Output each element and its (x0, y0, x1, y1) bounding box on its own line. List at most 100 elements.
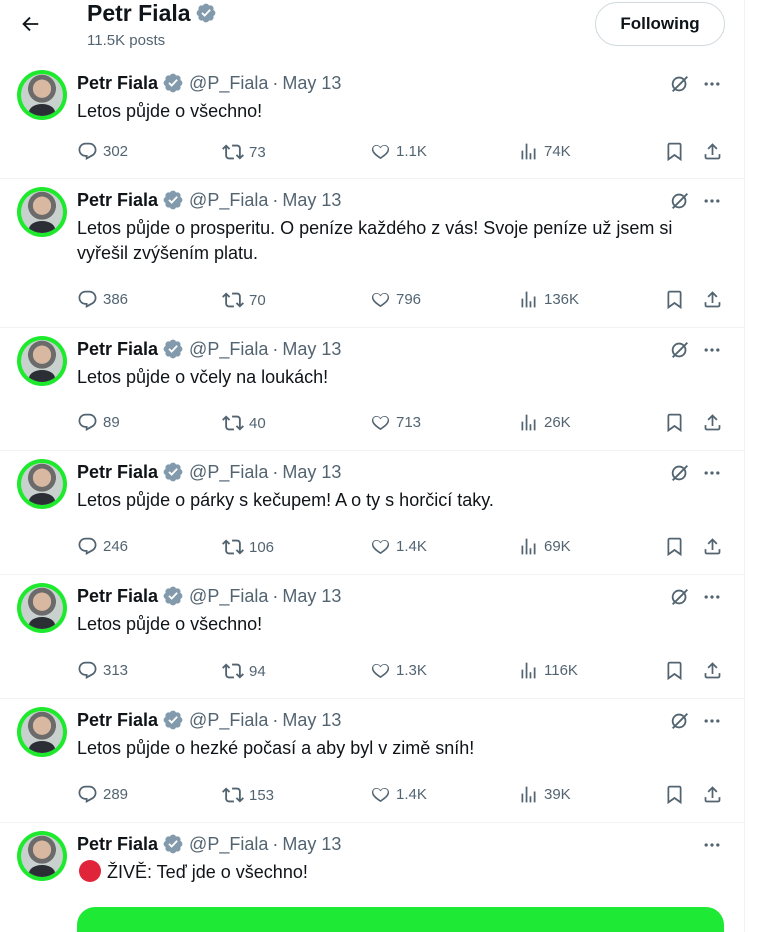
bookmark-button[interactable] (664, 784, 685, 805)
reply-button[interactable]: 246 (77, 536, 128, 557)
following-button[interactable]: Following (595, 2, 725, 46)
bookmark-button[interactable] (664, 289, 685, 310)
author-name[interactable]: Petr Fiala (77, 709, 158, 731)
tweet[interactable]: Petr Fiala @P_Fiala · May 13 Letos půjde… (0, 179, 744, 328)
grok-icon[interactable] (668, 461, 692, 485)
tweet-date[interactable]: May 13 (282, 833, 341, 855)
like-button[interactable]: 1.1K (370, 141, 427, 162)
bookmark-button[interactable] (664, 412, 685, 433)
grok-icon[interactable] (668, 709, 692, 733)
bookmark-button[interactable] (664, 536, 685, 557)
tweet-actions: 289 153 1.4K 39K (77, 784, 724, 808)
views-button[interactable]: 69K (518, 536, 571, 557)
avatar[interactable] (17, 187, 67, 237)
views-button[interactable]: 26K (518, 412, 571, 433)
author-name[interactable]: Petr Fiala (77, 461, 158, 483)
like-button[interactable]: 796 (370, 289, 421, 310)
tweet-text: Letos půjde o hezké počasí a aby byl v z… (77, 736, 717, 761)
grok-icon[interactable] (668, 585, 692, 609)
back-button[interactable] (14, 8, 46, 40)
tweet-date[interactable]: May 13 (282, 461, 341, 483)
tweet-date[interactable]: May 13 (282, 585, 341, 607)
views-button[interactable]: 74K (518, 141, 571, 162)
retweet-button[interactable]: 73 (222, 141, 266, 163)
more-icon[interactable] (700, 461, 724, 485)
more-icon[interactable] (700, 189, 724, 213)
like-button[interactable]: 1.4K (370, 536, 427, 557)
author-handle[interactable]: @P_Fiala (189, 461, 268, 483)
avatar[interactable] (17, 336, 67, 386)
views-button[interactable]: 39K (518, 784, 571, 805)
avatar-photo (21, 835, 63, 877)
tweet-date[interactable]: May 13 (282, 189, 341, 211)
avatar[interactable] (17, 831, 67, 881)
live-video-card[interactable] (77, 907, 724, 932)
tweet[interactable]: Petr Fiala @P_Fiala · May 13 Letos půjde… (0, 62, 744, 179)
author-handle[interactable]: @P_Fiala (189, 833, 268, 855)
retweet-button[interactable]: 70 (222, 289, 266, 311)
share-button[interactable] (702, 660, 723, 681)
tweet[interactable]: Petr Fiala @P_Fiala · May 13 Letos půjde… (0, 699, 744, 823)
retweet-button[interactable]: 40 (222, 412, 266, 434)
views-icon (518, 289, 539, 310)
author-name[interactable]: Petr Fiala (77, 338, 158, 360)
like-count: 1.4K (396, 786, 427, 803)
share-button[interactable] (702, 536, 723, 557)
tweet[interactable]: Petr Fiala @P_Fiala · May 13 Letos půjde… (0, 451, 744, 575)
tweet-date[interactable]: May 13 (282, 338, 341, 360)
bookmark-button[interactable] (664, 141, 685, 162)
author-handle[interactable]: @P_Fiala (189, 585, 268, 607)
tweet[interactable]: Petr Fiala @P_Fiala · May 13 Letos půjde… (0, 328, 744, 451)
retweet-count: 106 (249, 538, 275, 556)
retweet-button[interactable]: 94 (222, 660, 266, 682)
more-icon[interactable] (700, 338, 724, 362)
author-handle[interactable]: @P_Fiala (189, 72, 268, 94)
tweet-text-content: Letos půjde o všechno! (77, 101, 263, 121)
share-button[interactable] (702, 412, 723, 433)
like-button[interactable]: 713 (370, 412, 421, 433)
verified-badge-icon (195, 2, 217, 24)
reply-button[interactable]: 386 (77, 289, 128, 310)
reply-button[interactable]: 89 (77, 412, 120, 433)
share-button[interactable] (702, 141, 723, 162)
author-name[interactable]: Petr Fiala (77, 585, 158, 607)
more-icon[interactable] (700, 833, 724, 857)
verified-badge-icon (162, 338, 184, 360)
tweet-date[interactable]: May 13 (282, 72, 341, 94)
reply-button[interactable]: 302 (77, 141, 128, 162)
reply-button[interactable]: 289 (77, 784, 128, 805)
share-button[interactable] (702, 289, 723, 310)
retweet-button[interactable]: 153 (222, 784, 274, 806)
more-icon[interactable] (700, 585, 724, 609)
reply-button[interactable]: 313 (77, 660, 128, 681)
avatar[interactable] (17, 583, 67, 633)
author-handle[interactable]: @P_Fiala (189, 189, 268, 211)
retweet-count: 40 (249, 414, 266, 432)
grok-icon[interactable] (668, 338, 692, 362)
bookmark-button[interactable] (664, 660, 685, 681)
tweet-meta: Petr Fiala @P_Fiala · May 13 (77, 833, 341, 855)
author-name[interactable]: Petr Fiala (77, 833, 158, 855)
tweet[interactable]: Petr Fiala @P_Fiala · May 13 ŽIVĚ: Teď j… (0, 823, 744, 932)
views-button[interactable]: 116K (518, 660, 578, 681)
views-button[interactable]: 136K (518, 289, 579, 310)
tweet-text: Letos půjde o všechno! (77, 99, 717, 124)
retweet-button[interactable]: 106 (222, 536, 274, 558)
share-button[interactable] (702, 784, 723, 805)
author-name[interactable]: Petr Fiala (77, 72, 158, 94)
tweet-text-content: Letos půjde o všechno! (77, 614, 263, 634)
tweet-date[interactable]: May 13 (282, 709, 341, 731)
like-button[interactable]: 1.4K (370, 784, 427, 805)
like-button[interactable]: 1.3K (370, 660, 427, 681)
more-icon[interactable] (700, 709, 724, 733)
more-icon[interactable] (700, 72, 724, 96)
avatar[interactable] (17, 707, 67, 757)
author-handle[interactable]: @P_Fiala (189, 709, 268, 731)
avatar[interactable] (17, 70, 67, 120)
grok-icon[interactable] (668, 72, 692, 96)
avatar[interactable] (17, 459, 67, 509)
author-handle[interactable]: @P_Fiala (189, 338, 268, 360)
grok-icon[interactable] (668, 189, 692, 213)
tweet[interactable]: Petr Fiala @P_Fiala · May 13 Letos půjde… (0, 575, 744, 699)
author-name[interactable]: Petr Fiala (77, 189, 158, 211)
